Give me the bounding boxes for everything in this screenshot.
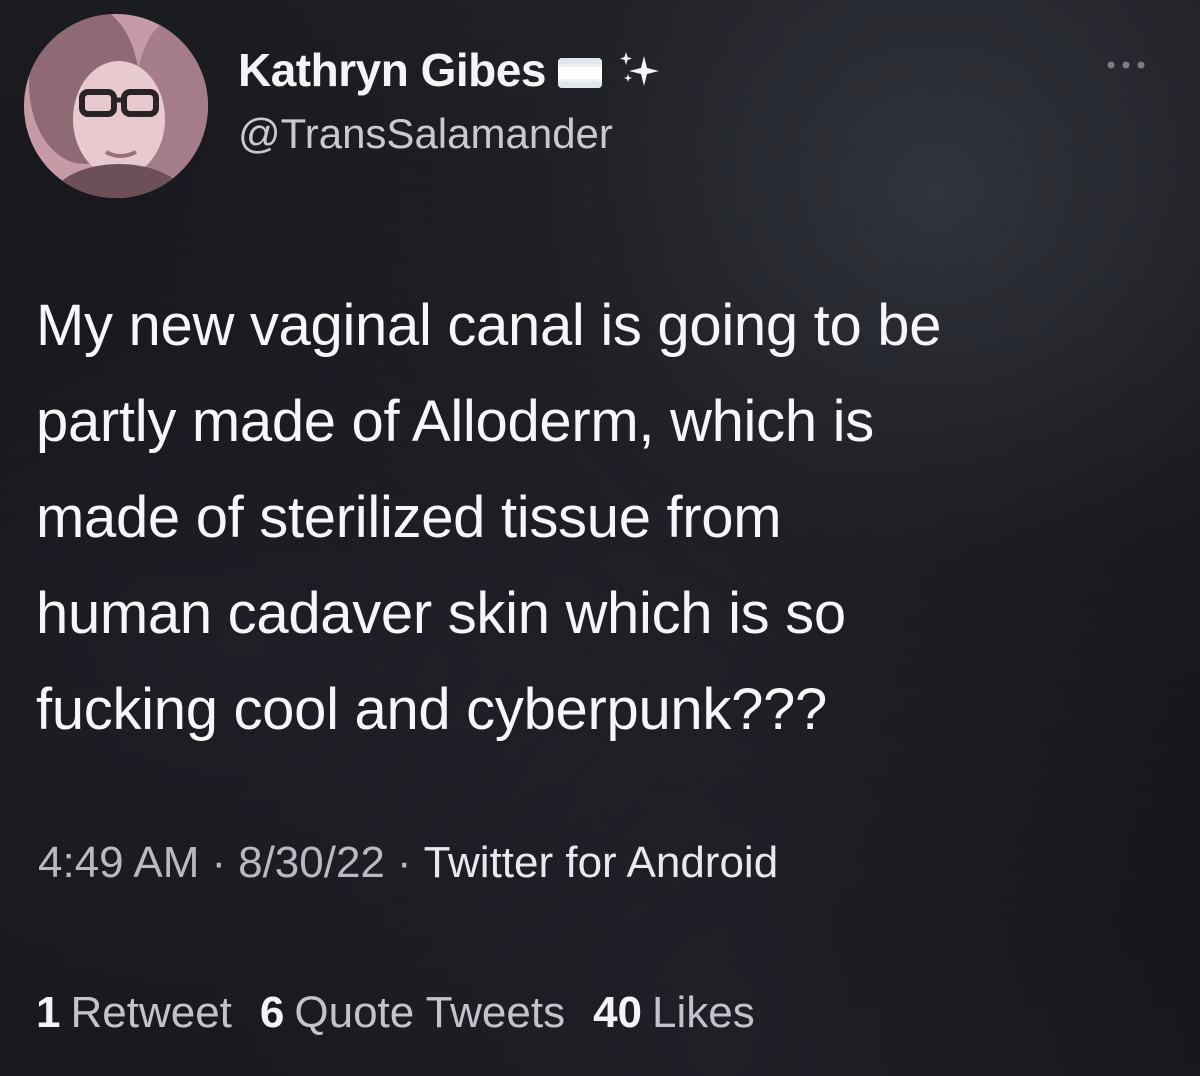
tweet-text-line: made of sterilized tissue from	[36, 485, 782, 550]
more-options-icon[interactable]	[1104, 58, 1148, 72]
flag-icon	[557, 58, 602, 88]
sparkles-icon	[614, 46, 662, 94]
tweet-stats: 1 Retweet 6 Quote Tweets 40 Likes	[36, 988, 755, 1038]
tweet-text-line: fucking cool and cyberpunk???	[36, 677, 827, 742]
author-name-row: Kathryn Gibes	[238, 38, 662, 102]
tweet-text-line: My new vaginal canal is going to be	[36, 293, 942, 358]
tweet-metadata: 4:49 AM · 8/30/22 · Twitter for Android	[38, 838, 778, 888]
tweet-source[interactable]: Twitter for Android	[424, 838, 779, 888]
retweets-stat[interactable]: 1 Retweet	[36, 988, 232, 1038]
author-handle[interactable]: @TransSalamander	[238, 110, 613, 158]
retweets-count: 1	[36, 988, 61, 1037]
tweet-date[interactable]: 8/30/22	[238, 838, 385, 888]
quote-tweets-count: 6	[259, 988, 285, 1037]
quote-tweets-stat[interactable]: 6 Quote Tweets	[260, 988, 565, 1038]
likes-label: Likes	[652, 988, 755, 1037]
likes-stat[interactable]: 40 Likes	[593, 988, 755, 1038]
tweet-card: Kathryn Gibes @TransSalamander My new va…	[0, 0, 1200, 1076]
tweet-text-line: partly made of Alloderm, which is	[36, 389, 874, 454]
likes-count: 40	[593, 988, 643, 1037]
separator: ·	[211, 838, 227, 887]
retweets-label: Retweet	[70, 988, 232, 1037]
avatar-image	[24, 14, 208, 198]
quote-tweets-label: Quote Tweets	[294, 988, 566, 1037]
tweet-text-line: human cadaver skin which is so	[36, 581, 846, 646]
separator: ·	[396, 838, 412, 887]
avatar[interactable]	[24, 14, 208, 198]
tweet-text: My new vaginal canal is going to be part…	[36, 278, 1176, 758]
tweet-time[interactable]: 4:49 AM	[38, 838, 199, 888]
display-name[interactable]: Kathryn Gibes	[238, 43, 546, 97]
